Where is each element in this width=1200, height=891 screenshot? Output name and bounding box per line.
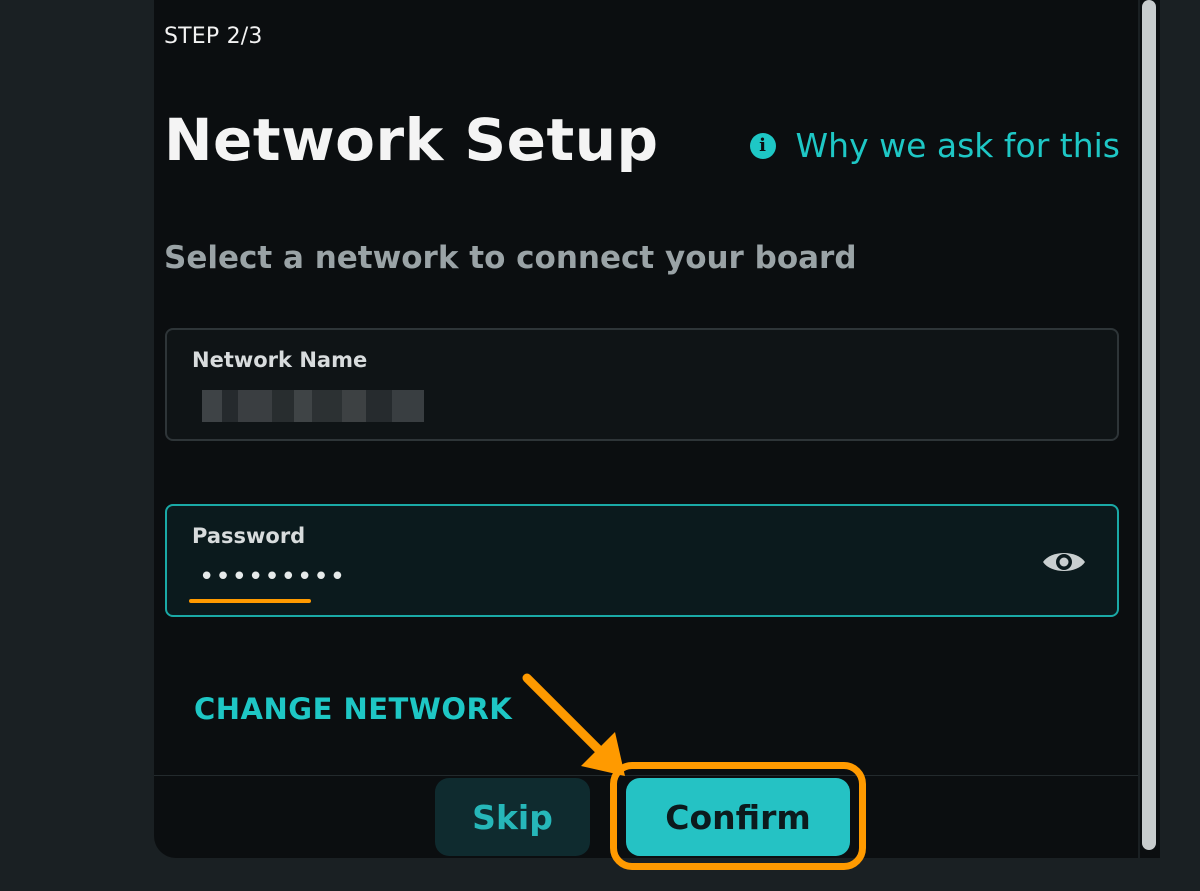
password-annotation-underline	[189, 599, 311, 603]
why-we-ask-label: Why we ask for this	[795, 126, 1120, 165]
page-title: Network Setup	[164, 106, 659, 174]
network-setup-dialog: STEP 2/3 Network Setup i Why we ask for …	[154, 0, 1138, 858]
annotation-arrow-icon	[522, 673, 625, 776]
scrollbar-thumb[interactable]	[1142, 0, 1156, 850]
network-name-label: Network Name	[192, 348, 368, 372]
password-field[interactable]: Password •••••••••	[165, 504, 1119, 617]
password-label: Password	[192, 524, 306, 548]
app-frame: STEP 2/3 Network Setup i Why we ask for …	[0, 0, 1200, 891]
why-we-ask-link[interactable]: i Why we ask for this	[749, 126, 1120, 165]
subtitle: Select a network to connect your board	[164, 240, 857, 276]
skip-button[interactable]: Skip	[435, 778, 590, 856]
eye-icon[interactable]	[1041, 546, 1087, 578]
network-name-value-blurred	[202, 390, 424, 422]
network-name-field[interactable]: Network Name	[165, 328, 1119, 441]
change-network-button[interactable]: CHANGE NETWORK	[194, 692, 512, 726]
confirm-highlight-box	[610, 762, 866, 870]
step-indicator: STEP 2/3	[164, 24, 263, 49]
password-value: •••••••••	[199, 562, 347, 592]
info-icon: i	[749, 132, 776, 159]
